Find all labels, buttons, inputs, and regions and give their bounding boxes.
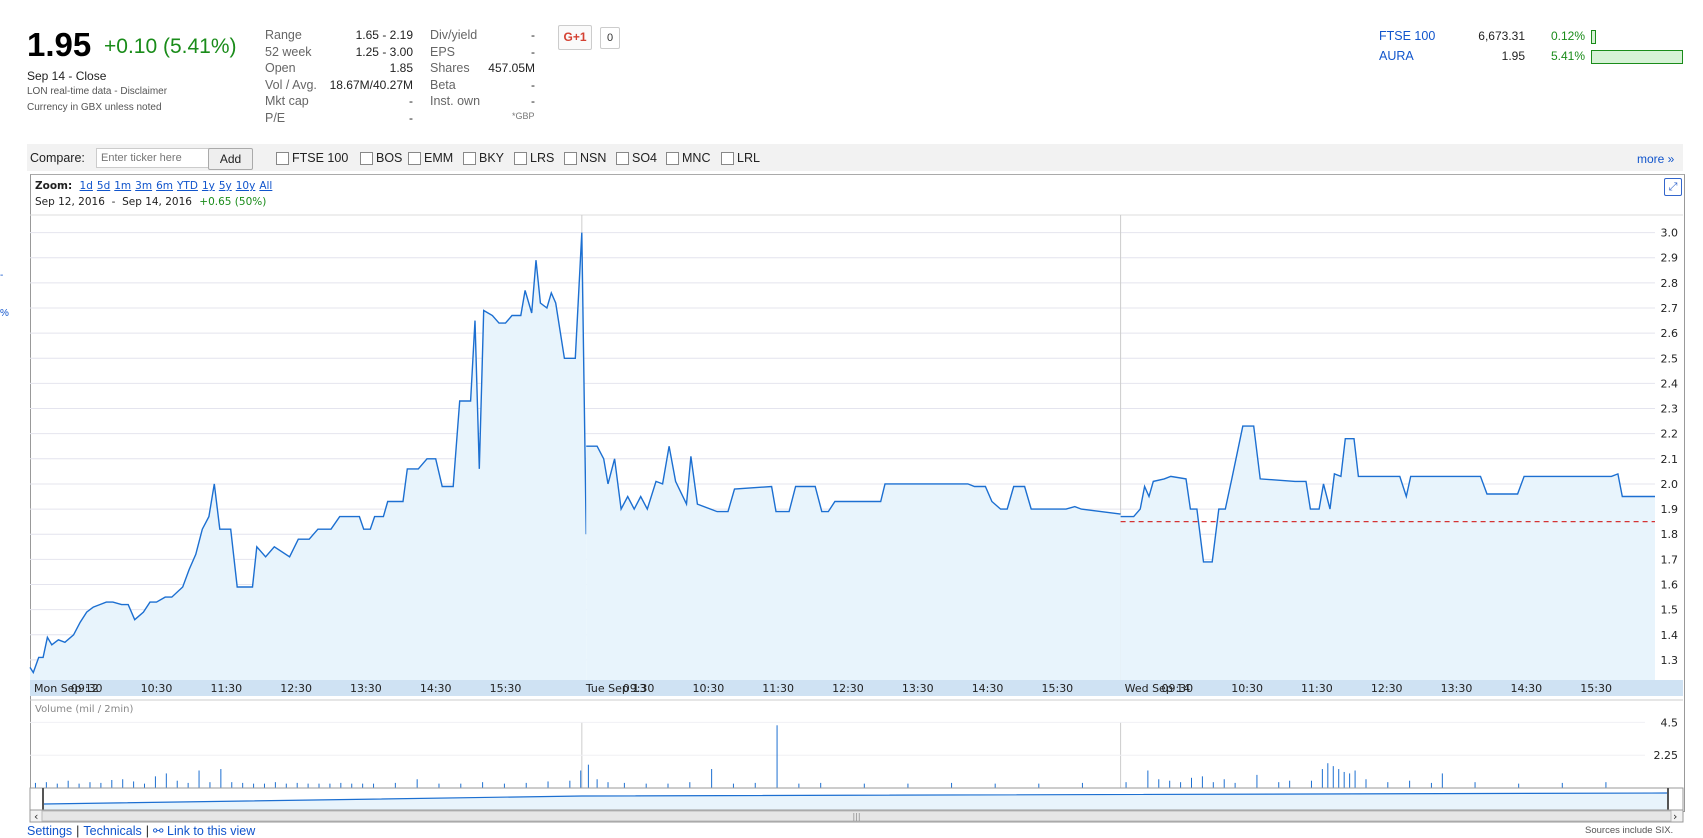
price-area-fill [30,232,587,680]
x-tick-label: 11:30 [1301,682,1333,695]
x-tick-label: 15:30 [1580,682,1612,695]
y-tick-label: 3.0 [1661,227,1679,240]
x-tick-label: 12:30 [280,682,312,695]
sources-note: Sources include SIX. [1585,825,1674,836]
y-tick-label: 2.0 [1661,478,1679,491]
volume-y-tick-label: 2.25 [1654,749,1679,762]
x-tick-label: 14:30 [1510,682,1542,695]
navigator-right-handle [1667,788,1669,810]
price-chart[interactable]: 3.0 2.9 2.8 2.7 2.6 2.5 2.4 2.3 2.2 2.1 2.0 1.9 1.8 1… [0,0,1703,836]
price-area-fill [1120,426,1655,680]
price-area-fill [586,446,1121,680]
scroll-right-icon: › [1673,810,1677,823]
y-tick-label: 2.2 [1661,428,1679,441]
x-tick-label: 15:30 [1041,682,1073,695]
x-tick-label: 13:30 [350,682,382,695]
x-tick-label: 14:30 [420,682,452,695]
x-tick-label: 13:30 [902,682,934,695]
y-tick-label: 1.6 [1661,578,1679,591]
x-tick-label: 12:30 [832,682,864,695]
scroll-grip-icon: ||| [852,812,860,821]
y-tick-label: 2.9 [1661,252,1679,265]
x-tick-label: 10:30 [1231,682,1263,695]
navigator-left-handle [42,788,44,810]
volume-label: Volume (mil / 2min) [35,704,134,715]
x-tick-label: 10:30 [141,682,173,695]
x-tick-label: 11:30 [210,682,242,695]
volume-y-tick-label: 4.5 [1661,716,1679,729]
x-tick-label: 15:30 [490,682,522,695]
x-tick-label: 13:30 [1441,682,1473,695]
x-tick-label: 12:30 [1371,682,1403,695]
y-tick-label: 2.1 [1661,453,1679,466]
y-tick-label: 1.9 [1661,503,1679,516]
x-tick-label: 09:30 [623,682,655,695]
x-tick-label: 09:30 [1161,682,1193,695]
y-tick-label: 1.3 [1661,654,1679,667]
y-tick-label: 2.8 [1661,277,1679,290]
x-tick-label: 09:30 [71,682,103,695]
y-tick-label: 1.8 [1661,528,1679,541]
y-tick-label: 2.5 [1661,352,1679,365]
y-tick-label: 1.5 [1661,604,1679,617]
x-tick-label: 11:30 [762,682,794,695]
x-tick-label: 10:30 [693,682,725,695]
x-tick-label: 14:30 [972,682,1004,695]
scroll-left-icon: ‹ [34,810,38,823]
y-tick-label: 2.7 [1661,302,1679,315]
y-tick-label: 2.3 [1661,403,1679,416]
y-tick-label: 1.4 [1661,629,1679,642]
y-tick-label: 2.4 [1661,377,1679,390]
y-tick-label: 2.6 [1661,327,1679,340]
y-tick-label: 1.7 [1661,553,1679,566]
